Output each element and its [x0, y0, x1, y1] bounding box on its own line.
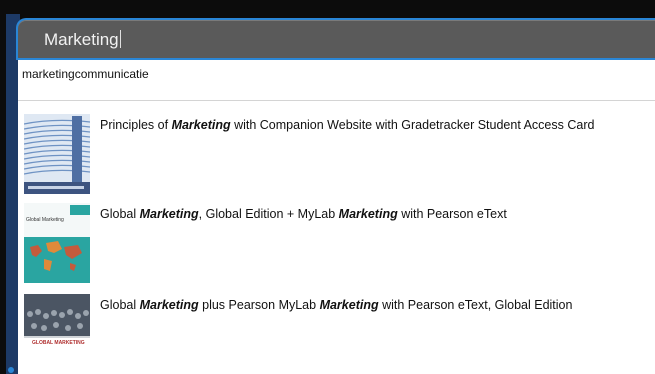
- search-input-value: Marketing: [44, 30, 119, 49]
- title-text: , Global Edition + MyLab: [198, 207, 339, 221]
- search-box[interactable]: Marketing: [16, 18, 655, 60]
- search-result-item[interactable]: Principles of Marketing with Companion W…: [18, 114, 655, 194]
- title-text: with Pearson eText, Global Edition: [378, 298, 573, 312]
- app-window: Marketing marketingcommunicatie Principl…: [0, 0, 655, 374]
- title-text: with Companion Website with Gradetracker…: [230, 118, 595, 132]
- result-title[interactable]: Global Marketing, Global Edition + MyLab…: [100, 207, 507, 221]
- search-input[interactable]: Marketing: [44, 30, 121, 50]
- title-highlight: Marketing: [139, 207, 199, 221]
- title-text: Global: [100, 298, 140, 312]
- divider: [18, 100, 655, 101]
- book-cover-global-marketing-map: Global Marketing: [24, 203, 90, 283]
- cover-label: Global Marketing: [26, 217, 64, 223]
- text-caret: [119, 30, 121, 48]
- title-highlight: Marketing: [319, 298, 379, 312]
- result-title[interactable]: Principles of Marketing with Companion W…: [100, 118, 594, 132]
- suggestion-item[interactable]: marketingcommunicatie: [22, 67, 149, 81]
- cover-label: GLOBAL MARKETING: [32, 340, 85, 346]
- book-cover-global-marketing-crowd: GLOBAL MARKETING: [24, 294, 90, 374]
- title-text: with Pearson eText: [397, 207, 507, 221]
- search-result-item[interactable]: Global Marketing Global Marketing, Globa…: [18, 203, 655, 283]
- title-highlight: Marketing: [171, 118, 231, 132]
- scroll-indicator-dot: [8, 367, 14, 373]
- book-cover-principles-of-marketing: [24, 114, 90, 194]
- title-text: Global: [100, 207, 140, 221]
- search-result-item[interactable]: GLOBAL MARKETING Global Marketing plus P…: [18, 294, 655, 374]
- result-title[interactable]: Global Marketing plus Pearson MyLab Mark…: [100, 298, 572, 312]
- title-text: plus Pearson MyLab: [198, 298, 320, 312]
- title-text: Principles of: [100, 118, 172, 132]
- title-highlight: Marketing: [139, 298, 199, 312]
- search-suggestions-dropdown: marketingcommunicatie Principles of Mark…: [18, 60, 655, 374]
- title-highlight: Marketing: [338, 207, 398, 221]
